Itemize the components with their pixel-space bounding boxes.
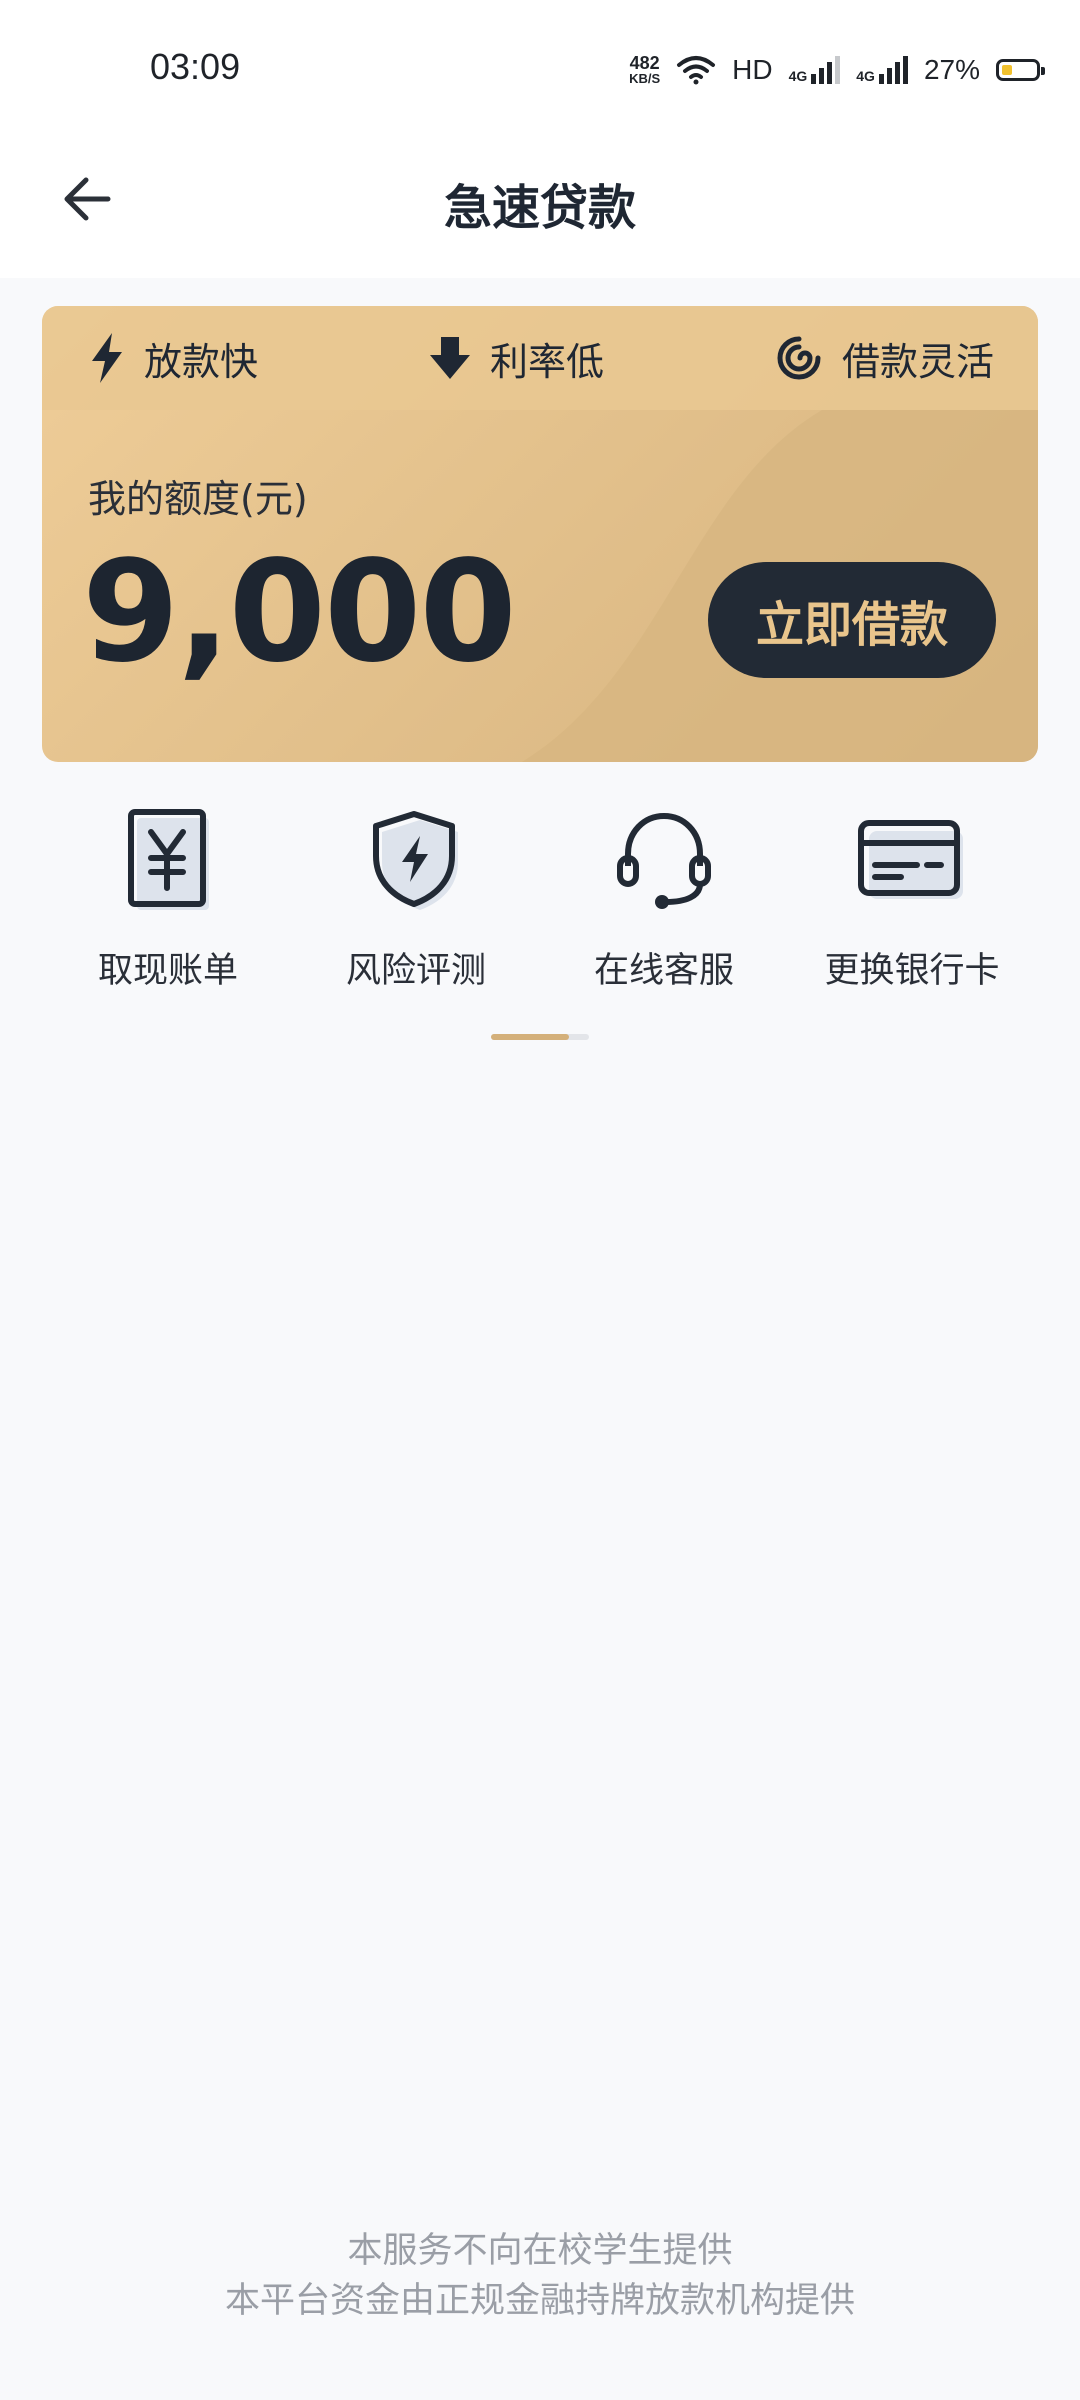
yuan-bill-icon — [128, 809, 209, 910]
lightning-icon — [92, 333, 122, 383]
feature-low-rate: 利率低 — [429, 331, 604, 386]
quota-amount: 9,000 — [82, 531, 517, 694]
headset-icon — [617, 812, 711, 909]
page-title: 急速贷款 — [443, 180, 636, 236]
service-label: 更换银行卡 — [824, 951, 1000, 991]
page-indicator — [491, 1034, 589, 1040]
service-label: 风险评测 — [345, 951, 486, 991]
feature-flexible: 借款灵活 — [776, 331, 994, 386]
footer-disclaimer: 本服务不向在校学生提供 本平台资金由正规金融持牌放款机构提供 — [0, 2226, 1080, 2326]
feature-label: 放款快 — [144, 339, 259, 384]
service-label: 取现账单 — [97, 951, 238, 991]
status-bar: 03:09 482 KB/S HD 4G 4G 27% — [0, 0, 1080, 130]
disclaimer-line-2: 本平台资金由正规金融持牌放款机构提供 — [224, 2281, 855, 2321]
disclaimer-line-1: 本服务不向在校学生提供 — [347, 2231, 733, 2271]
quota-label: 我的额度(元) — [88, 477, 308, 521]
feature-fast-payout: 放款快 — [90, 331, 258, 386]
loan-quota-card: 放款快 利率低 借款灵活 我的额度(元) 9,000 立即借款 — [42, 306, 1038, 762]
service-shortcuts: 取现账单 风险评测 在线客服 更换银行卡 — [44, 800, 1036, 1020]
feature-label: 借款灵活 — [841, 339, 994, 384]
arrow-down-icon — [429, 337, 470, 379]
signal-bars-icon — [811, 56, 841, 84]
wifi-icon — [677, 56, 716, 85]
signal-2-label: 4G — [856, 68, 875, 84]
shield-lightning-icon — [373, 811, 458, 910]
service-label: 在线客服 — [593, 951, 734, 991]
hd-voice-label: HD — [732, 54, 773, 85]
status-icons: 482 KB/S HD 4G 4G 27% — [629, 50, 1045, 90]
service-change-bank-card[interactable]: 更换银行卡 — [788, 800, 1036, 1020]
signal-2: 4G — [856, 56, 908, 84]
bank-card-icon — [858, 820, 963, 899]
page-indicator-active — [491, 1034, 569, 1040]
network-speed: 482 KB/S — [629, 54, 660, 86]
signal-1: 4G — [789, 56, 841, 84]
network-speed-unit: KB/S — [629, 71, 661, 86]
borrow-now-button[interactable]: 立即借款 — [708, 562, 996, 678]
network-speed-value: 482 — [629, 53, 660, 73]
service-online-support[interactable]: 在线客服 — [540, 800, 788, 1020]
spiral-icon — [777, 336, 821, 380]
signal-1-label: 4G — [788, 68, 808, 84]
service-risk-assessment[interactable]: 风险评测 — [292, 800, 540, 1020]
service-withdraw-bill[interactable]: 取现账单 — [44, 800, 292, 1020]
battery-icon — [996, 59, 1045, 81]
navigation-bar: 急速贷款 — [0, 130, 1080, 278]
status-time: 03:09 — [150, 46, 241, 87]
feature-strip: 放款快 利率低 借款灵活 — [42, 306, 1038, 410]
battery-percent: 27% — [923, 54, 980, 85]
signal-bars-icon — [878, 56, 908, 84]
feature-label: 利率低 — [489, 339, 604, 384]
